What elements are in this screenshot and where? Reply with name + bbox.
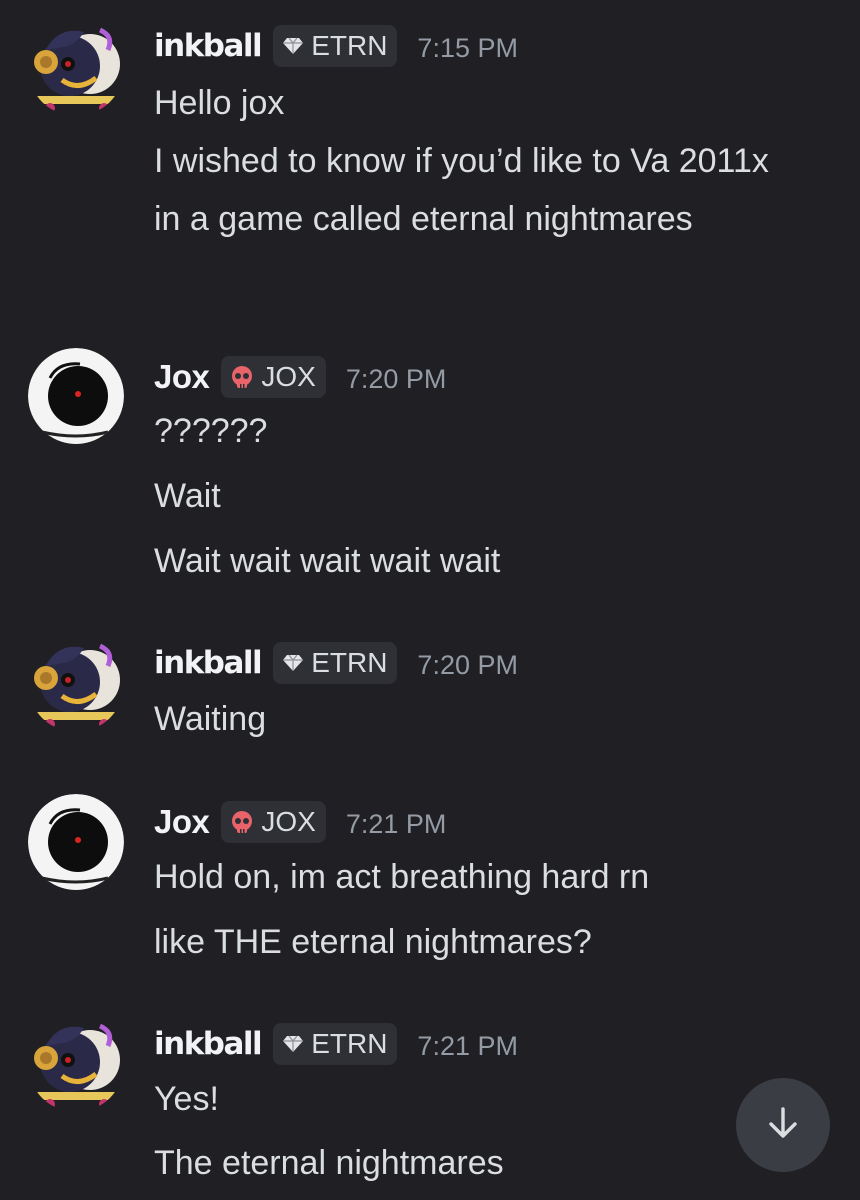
username[interactable]: Jox <box>154 358 210 396</box>
avatar[interactable] <box>28 794 124 890</box>
avatar[interactable] <box>28 636 124 732</box>
skull-icon <box>229 364 255 390</box>
clan-tag[interactable]: ETRN <box>273 1023 398 1065</box>
message-text: Hold on, im act breathing hard rn <box>154 858 650 896</box>
clan-tag[interactable]: JOX <box>221 356 326 398</box>
arrow-down-icon <box>763 1103 803 1148</box>
tag-label: ETRN <box>311 647 388 678</box>
tag-label: JOX <box>261 806 316 837</box>
message-text: Wait <box>154 477 221 515</box>
timestamp: 7:21 PM <box>345 808 447 839</box>
message-text: like THE eternal nightmares? <box>154 923 592 961</box>
gem-icon <box>281 653 305 673</box>
username[interactable]: Jox <box>154 803 210 841</box>
username[interactable]: inkball <box>154 1026 263 1062</box>
username[interactable]: inkball <box>154 645 263 681</box>
chat-messages: inkball ETRN 7:15 PM Hello jox I wished … <box>0 0 860 1200</box>
message-text: I wished to know if you’d like to Va 201… <box>154 142 769 238</box>
avatar[interactable] <box>28 20 124 116</box>
tag-label: ETRN <box>311 30 388 61</box>
message-text: Waiting <box>154 700 267 738</box>
avatar[interactable] <box>28 348 124 444</box>
message-text: Hello jox <box>154 84 285 122</box>
avatar[interactable] <box>28 1016 124 1112</box>
gem-icon <box>281 36 305 56</box>
clan-tag[interactable]: JOX <box>221 801 326 843</box>
jump-to-bottom-button[interactable] <box>736 1078 830 1172</box>
clan-tag[interactable]: ETRN <box>273 642 398 684</box>
skull-icon <box>229 809 255 835</box>
message-text: The eternal nightmares <box>154 1144 504 1182</box>
timestamp: 7:20 PM <box>345 363 447 394</box>
tag-label: ETRN <box>311 1028 388 1059</box>
message-text: Yes! <box>154 1080 219 1118</box>
username[interactable]: inkball <box>154 28 263 64</box>
clan-tag[interactable]: ETRN <box>273 25 398 67</box>
tag-label: JOX <box>261 361 316 392</box>
timestamp: 7:20 PM <box>417 649 518 680</box>
gem-icon <box>281 1034 305 1054</box>
timestamp: 7:21 PM <box>417 1030 518 1061</box>
timestamp: 7:15 PM <box>417 32 518 63</box>
message-text: ?????? <box>154 412 268 450</box>
message-text: Wait wait wait wait wait <box>154 542 501 580</box>
